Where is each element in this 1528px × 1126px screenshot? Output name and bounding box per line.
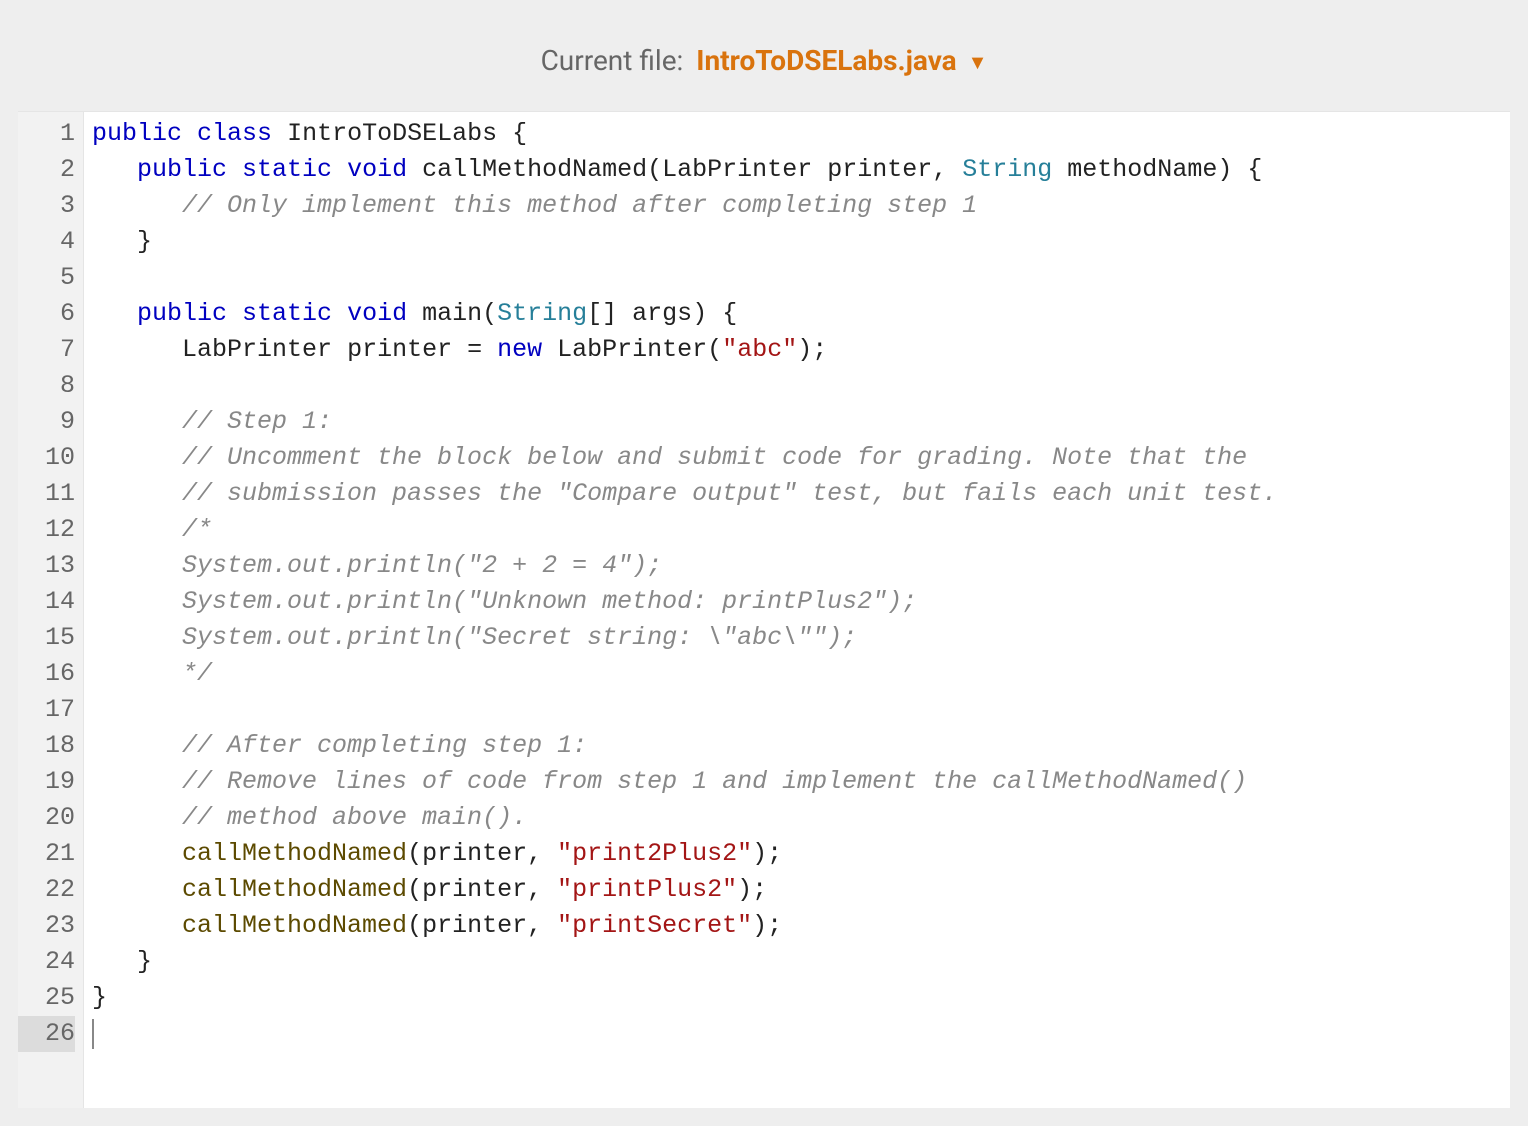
code-line[interactable]: } bbox=[92, 944, 1510, 980]
code-line[interactable]: // submission passes the "Compare output… bbox=[92, 476, 1510, 512]
code-line[interactable] bbox=[92, 692, 1510, 728]
line-number: 26 bbox=[18, 1016, 75, 1052]
file-selector[interactable]: IntroToDSELabs.java bbox=[696, 44, 956, 77]
line-number: 9 bbox=[18, 404, 75, 440]
code-line[interactable]: callMethodNamed(printer, "print2Plus2"); bbox=[92, 836, 1510, 872]
line-number: 19 bbox=[18, 764, 75, 800]
line-number: 25 bbox=[18, 980, 75, 1016]
code-editor[interactable]: 1234567891011121314151617181920212223242… bbox=[18, 111, 1510, 1108]
code-line[interactable]: } bbox=[92, 980, 1510, 1016]
line-number: 17 bbox=[18, 692, 75, 728]
line-number: 4 bbox=[18, 224, 75, 260]
line-number: 23 bbox=[18, 908, 75, 944]
code-line[interactable]: LabPrinter printer = new LabPrinter("abc… bbox=[92, 332, 1510, 368]
line-number: 1 bbox=[18, 116, 75, 152]
code-area[interactable]: public class IntroToDSELabs { public sta… bbox=[84, 112, 1510, 1108]
code-line[interactable]: // Only implement this method after comp… bbox=[92, 188, 1510, 224]
code-line[interactable]: public static void callMethodNamed(LabPr… bbox=[92, 152, 1510, 188]
code-line[interactable]: System.out.println("2 + 2 = 4"); bbox=[92, 548, 1510, 584]
code-line[interactable]: // Remove lines of code from step 1 and … bbox=[92, 764, 1510, 800]
line-number: 6 bbox=[18, 296, 75, 332]
chevron-down-icon[interactable]: ▼ bbox=[968, 50, 988, 75]
code-line[interactable]: // Step 1: bbox=[92, 404, 1510, 440]
code-line[interactable]: System.out.println("Secret string: \"abc… bbox=[92, 620, 1510, 656]
line-number: 3 bbox=[18, 188, 75, 224]
code-line[interactable]: System.out.println("Unknown method: prin… bbox=[92, 584, 1510, 620]
line-number: 20 bbox=[18, 800, 75, 836]
code-line[interactable]: callMethodNamed(printer, "printSecret"); bbox=[92, 908, 1510, 944]
text-cursor bbox=[92, 1019, 94, 1049]
line-number: 8 bbox=[18, 368, 75, 404]
line-number-gutter: 1234567891011121314151617181920212223242… bbox=[18, 112, 84, 1108]
code-line[interactable]: // method above main(). bbox=[92, 800, 1510, 836]
line-number: 7 bbox=[18, 332, 75, 368]
file-header: Current file: IntroToDSELabs.java ▼ bbox=[18, 14, 1510, 111]
line-number: 10 bbox=[18, 440, 75, 476]
line-number: 12 bbox=[18, 512, 75, 548]
line-number: 14 bbox=[18, 584, 75, 620]
line-number: 2 bbox=[18, 152, 75, 188]
code-line[interactable] bbox=[92, 260, 1510, 296]
code-line[interactable]: // After completing step 1: bbox=[92, 728, 1510, 764]
code-line[interactable]: } bbox=[92, 224, 1510, 260]
code-line[interactable]: callMethodNamed(printer, "printPlus2"); bbox=[92, 872, 1510, 908]
line-number: 15 bbox=[18, 620, 75, 656]
code-line[interactable] bbox=[92, 368, 1510, 404]
line-number: 21 bbox=[18, 836, 75, 872]
code-line[interactable]: public class IntroToDSELabs { bbox=[92, 116, 1510, 152]
line-number: 11 bbox=[18, 476, 75, 512]
code-line[interactable]: // Uncomment the block below and submit … bbox=[92, 440, 1510, 476]
editor-container: Current file: IntroToDSELabs.java ▼ 1234… bbox=[18, 14, 1510, 1108]
line-number: 5 bbox=[18, 260, 75, 296]
line-number: 24 bbox=[18, 944, 75, 980]
line-number: 22 bbox=[18, 872, 75, 908]
current-file-label: Current file: bbox=[541, 44, 684, 77]
code-line[interactable] bbox=[92, 1016, 1510, 1052]
line-number: 18 bbox=[18, 728, 75, 764]
code-line[interactable]: /* bbox=[92, 512, 1510, 548]
code-line[interactable]: public static void main(String[] args) { bbox=[92, 296, 1510, 332]
code-line[interactable]: */ bbox=[92, 656, 1510, 692]
line-number: 16 bbox=[18, 656, 75, 692]
line-number: 13 bbox=[18, 548, 75, 584]
